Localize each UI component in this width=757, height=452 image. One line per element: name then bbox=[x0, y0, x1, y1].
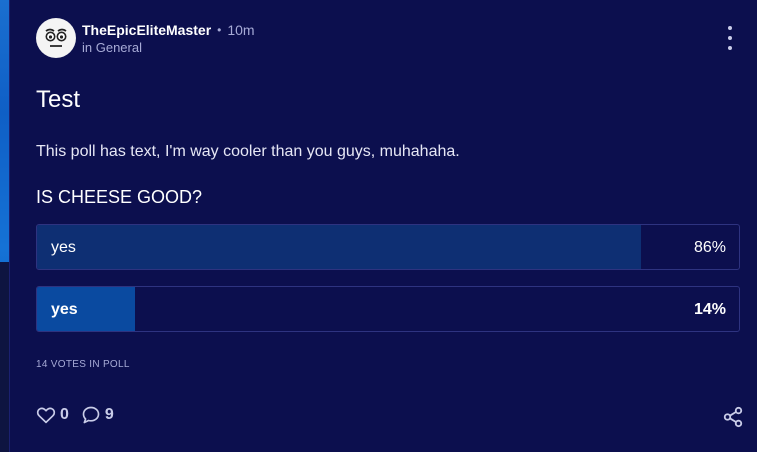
like-button[interactable]: 0 bbox=[36, 406, 69, 424]
poll-option-percent: 14% bbox=[693, 301, 726, 318]
share-icon bbox=[723, 406, 743, 428]
post-time: 10m bbox=[227, 21, 255, 38]
poll-option-label: yes bbox=[51, 239, 76, 256]
comment-icon bbox=[82, 406, 100, 424]
poll-option[interactable]: yes 86% bbox=[36, 224, 740, 270]
poll-option-bar bbox=[37, 225, 641, 269]
post-footer: 0 9 bbox=[36, 405, 126, 425]
avatar[interactable] bbox=[36, 18, 76, 58]
background-window-edge bbox=[0, 0, 9, 452]
comment-count: 9 bbox=[104, 406, 114, 423]
post-title: Test bbox=[36, 86, 81, 113]
kebab-menu-icon[interactable] bbox=[724, 26, 736, 50]
post-body: This poll has text, I'm way cooler than … bbox=[36, 143, 460, 160]
heart-icon bbox=[36, 407, 56, 424]
poll-question: IS CHEESE GOOD? bbox=[36, 187, 203, 207]
background-window-dark-band bbox=[0, 262, 9, 452]
like-count: 0 bbox=[60, 406, 69, 423]
post-header: TheEpicEliteMaster • 10m in General bbox=[36, 18, 255, 58]
community-link[interactable]: in General bbox=[82, 40, 255, 55]
avatar-face-icon bbox=[37, 19, 75, 57]
poll-option-label: yes bbox=[51, 301, 78, 318]
poll-option-selected[interactable]: yes 14% bbox=[36, 286, 740, 332]
meta-separator: • bbox=[217, 22, 222, 37]
share-button[interactable] bbox=[722, 406, 744, 433]
post-card: TheEpicEliteMaster • 10m in General Test… bbox=[9, 0, 757, 452]
poll-option-percent: 86% bbox=[693, 239, 726, 256]
post-meta: TheEpicEliteMaster • 10m in General bbox=[82, 22, 255, 55]
author-name[interactable]: TheEpicEliteMaster bbox=[82, 22, 211, 38]
poll-vote-count: 14 VOTES IN POLL bbox=[36, 359, 130, 370]
comment-button[interactable]: 9 bbox=[81, 405, 114, 425]
